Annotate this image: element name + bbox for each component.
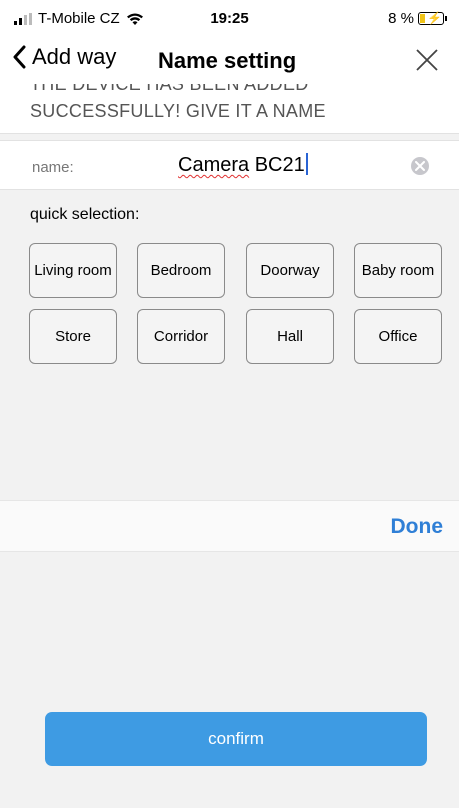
quick-option-baby-room[interactable]: Baby room (354, 243, 442, 298)
quick-option-hall[interactable]: Hall (246, 309, 334, 364)
clear-input-button[interactable] (411, 157, 429, 175)
quick-option-living-room[interactable]: Living room (29, 243, 117, 298)
battery-percent: 8 % (388, 10, 414, 27)
banner-line-2: SUCCESSFULLY! GIVE IT A NAME (30, 101, 326, 121)
name-input-word-1: Camera (178, 154, 250, 176)
page-title: Name setting (158, 48, 297, 73)
quick-option-corridor[interactable]: Corridor (137, 309, 225, 364)
chevron-left-icon (13, 45, 26, 69)
battery-tip (445, 16, 447, 21)
status-bar: T-Mobile CZ 19:25 8 % ⚡ (0, 0, 459, 36)
close-icon[interactable] (415, 48, 439, 72)
quick-selection-title: quick selection: (30, 206, 140, 223)
quick-option-bedroom[interactable]: Bedroom (137, 243, 225, 298)
name-label: name: (32, 159, 74, 176)
quick-option-office[interactable]: Office (354, 309, 442, 364)
name-row: name: Camera BC21 (0, 140, 459, 190)
name-input-word-2: BC21 (249, 154, 305, 176)
back-button[interactable]: Add way (12, 44, 116, 70)
done-button[interactable]: Done (391, 515, 444, 539)
confirm-button[interactable]: confirm (45, 712, 427, 766)
battery-icon: ⚡ (418, 11, 444, 25)
quick-option-doorway[interactable]: Doorway (246, 243, 334, 298)
status-right: 8 % ⚡ (388, 10, 447, 27)
keyboard-toolbar: Done (0, 500, 459, 552)
back-label: Add way (32, 44, 117, 69)
navigation-bar: Add way Name setting (0, 36, 459, 84)
clear-x-icon (415, 161, 425, 171)
banner-line-1: THE DEVICE HAS BEEN ADDED (30, 84, 309, 94)
text-caret (305, 153, 308, 175)
quick-option-store[interactable]: Store (29, 309, 117, 364)
name-input[interactable]: Camera BC21 (178, 153, 308, 177)
success-banner: THE DEVICE HAS BEEN ADDED SUCCESSFULLY! … (0, 84, 459, 134)
